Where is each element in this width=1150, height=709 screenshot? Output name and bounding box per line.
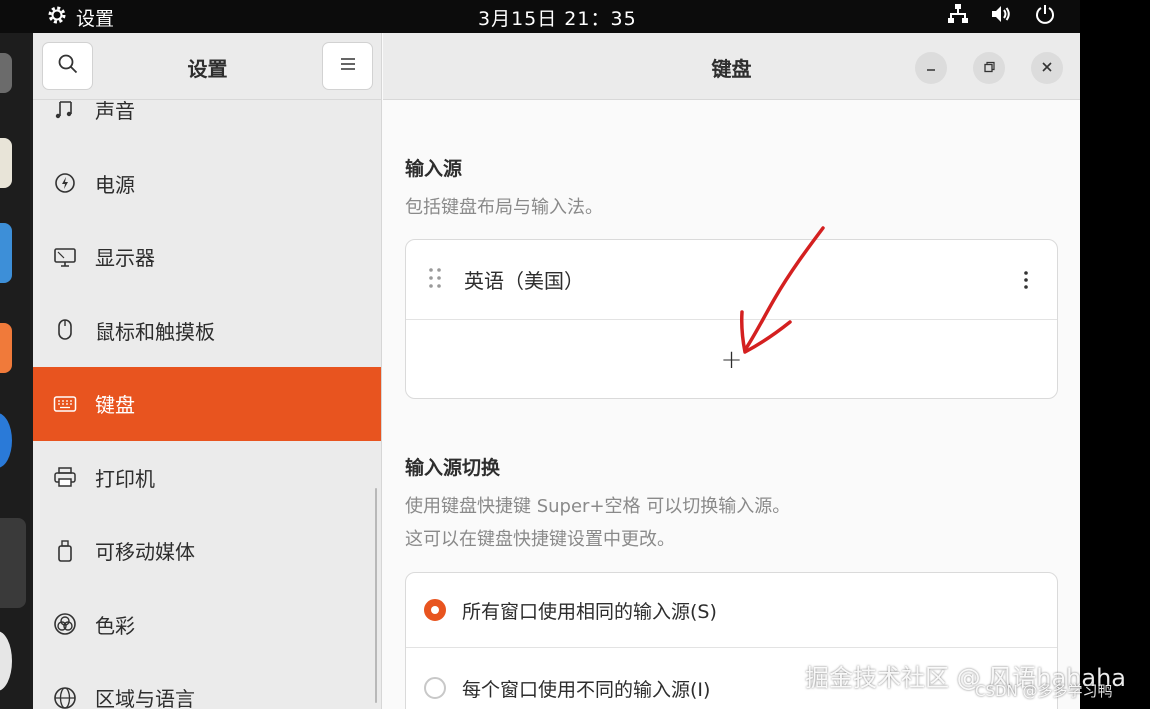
dock-app-icon-active[interactable] — [0, 518, 26, 608]
sidebar-item-label: 显示器 — [95, 246, 155, 271]
sidebar-header: 设置 — [33, 33, 381, 100]
input-sources-list: 英语（美国） + — [405, 239, 1058, 399]
dock — [0, 33, 33, 709]
radio-option-label: 每个窗口使用不同的输入源(I) — [462, 678, 711, 701]
sidebar-item-label: 区域与语言 — [95, 687, 195, 709]
screen-edge — [1080, 0, 1150, 709]
network-icon[interactable] — [946, 3, 970, 29]
section-title-input-sources: 输入源 — [405, 158, 463, 180]
sidebar-item-mouse[interactable]: 鼠标和触摸板 — [33, 294, 381, 368]
music-note-icon — [53, 98, 77, 122]
minimize-button[interactable] — [915, 52, 947, 84]
sidebar-item-label: 键盘 — [95, 393, 135, 418]
sidebar-list: 声音 电源 显示器 鼠标和触摸板 键盘 打印机 可移动媒体 色彩 区域与语言 — [33, 73, 381, 709]
input-source-label: 英语（美国） — [464, 269, 584, 293]
dock-app-icon[interactable] — [0, 223, 12, 283]
sidebar-item-color[interactable]: 色彩 — [33, 588, 381, 662]
radio-button[interactable] — [424, 677, 446, 699]
settings-window: 设置 声音 电源 显示器 鼠标和触摸板 键盘 打印机 可移动媒体 色彩 区域与语… — [33, 33, 1080, 709]
sidebar-item-label: 电源 — [95, 172, 135, 197]
input-source-row[interactable]: 英语（美国） — [406, 240, 1057, 320]
sidebar-item-label: 鼠标和触摸板 — [95, 319, 215, 344]
sidebar-item-keyboard[interactable]: 键盘 — [33, 367, 381, 441]
sidebar-item-displays[interactable]: 显示器 — [33, 220, 381, 294]
printer-icon — [53, 465, 77, 489]
sidebar-item-label: 色彩 — [95, 613, 135, 638]
dock-app-icon[interactable] — [0, 53, 12, 93]
hamburger-menu-icon — [339, 56, 357, 76]
sidebar-item-label: 可移动媒体 — [95, 540, 195, 565]
add-input-source-button[interactable]: + — [406, 320, 1057, 398]
main-header: 键盘 — [383, 33, 1080, 100]
app-name: 设置 — [76, 8, 115, 30]
section-desc-input-sources: 包括键盘布局与输入法。 — [405, 197, 603, 218]
radio-option-same-source[interactable]: 所有窗口使用相同的输入源(S) — [406, 573, 1057, 648]
drag-handle-icon[interactable] — [428, 267, 442, 293]
usb-drive-icon — [53, 539, 77, 563]
radio-button-selected[interactable] — [424, 599, 446, 621]
restore-icon — [982, 59, 996, 78]
sidebar-item-power[interactable]: 电源 — [33, 147, 381, 221]
dock-app-icon[interactable] — [0, 138, 12, 188]
minimize-icon — [924, 59, 938, 78]
settings-gear-icon — [46, 4, 68, 31]
dock-app-icon[interactable] — [0, 631, 12, 691]
top-bar: 设置 3月15日 21：35 — [0, 0, 1080, 33]
power-icon[interactable] — [1034, 3, 1056, 29]
main-menu-button[interactable] — [322, 42, 373, 90]
watermark-secondary: CSDN @多多学习鸭 — [975, 682, 1113, 700]
power-bolt-icon — [53, 171, 77, 195]
sidebar-item-removable-media[interactable]: 可移动媒体 — [33, 514, 381, 588]
sidebar-item-region-language[interactable]: 区域与语言 — [33, 661, 381, 709]
sidebar: 设置 声音 电源 显示器 鼠标和触摸板 键盘 打印机 可移动媒体 色彩 区域与语… — [33, 33, 382, 709]
close-icon — [1040, 59, 1054, 78]
clock[interactable]: 3月15日 21：35 — [478, 4, 637, 31]
dock-app-icon[interactable] — [0, 413, 12, 468]
sidebar-item-label: 打印机 — [95, 466, 155, 491]
maximize-button[interactable] — [973, 52, 1005, 84]
sidebar-item-printers[interactable]: 打印机 — [33, 441, 381, 515]
section-desc-switching-line2: 这可以在键盘快捷键设置中更改。 — [405, 529, 675, 550]
volume-icon[interactable] — [990, 3, 1014, 29]
more-options-icon[interactable] — [1023, 270, 1029, 294]
close-button[interactable] — [1031, 52, 1063, 84]
keyboard-icon — [53, 392, 77, 416]
main-panel: 键盘 输入源 包括键盘布局与输入法。 英语（美国） + 输入源切换 使用键盘快捷… — [383, 33, 1080, 709]
section-desc-switching-line1: 使用键盘快捷键 Super+空格 可以切换输入源。 — [405, 496, 791, 517]
mouse-icon — [53, 318, 77, 342]
globe-icon — [53, 686, 77, 709]
section-title-switching: 输入源切换 — [405, 457, 501, 479]
dock-app-icon[interactable] — [0, 323, 12, 373]
radio-option-label: 所有窗口使用相同的输入源(S) — [462, 600, 717, 623]
monitor-icon — [53, 245, 77, 269]
add-icon: + — [720, 344, 743, 375]
system-tray[interactable] — [946, 3, 1056, 29]
color-icon — [53, 612, 77, 636]
sidebar-scrollbar[interactable] — [375, 488, 377, 703]
app-menu[interactable]: 设置 — [46, 4, 114, 31]
